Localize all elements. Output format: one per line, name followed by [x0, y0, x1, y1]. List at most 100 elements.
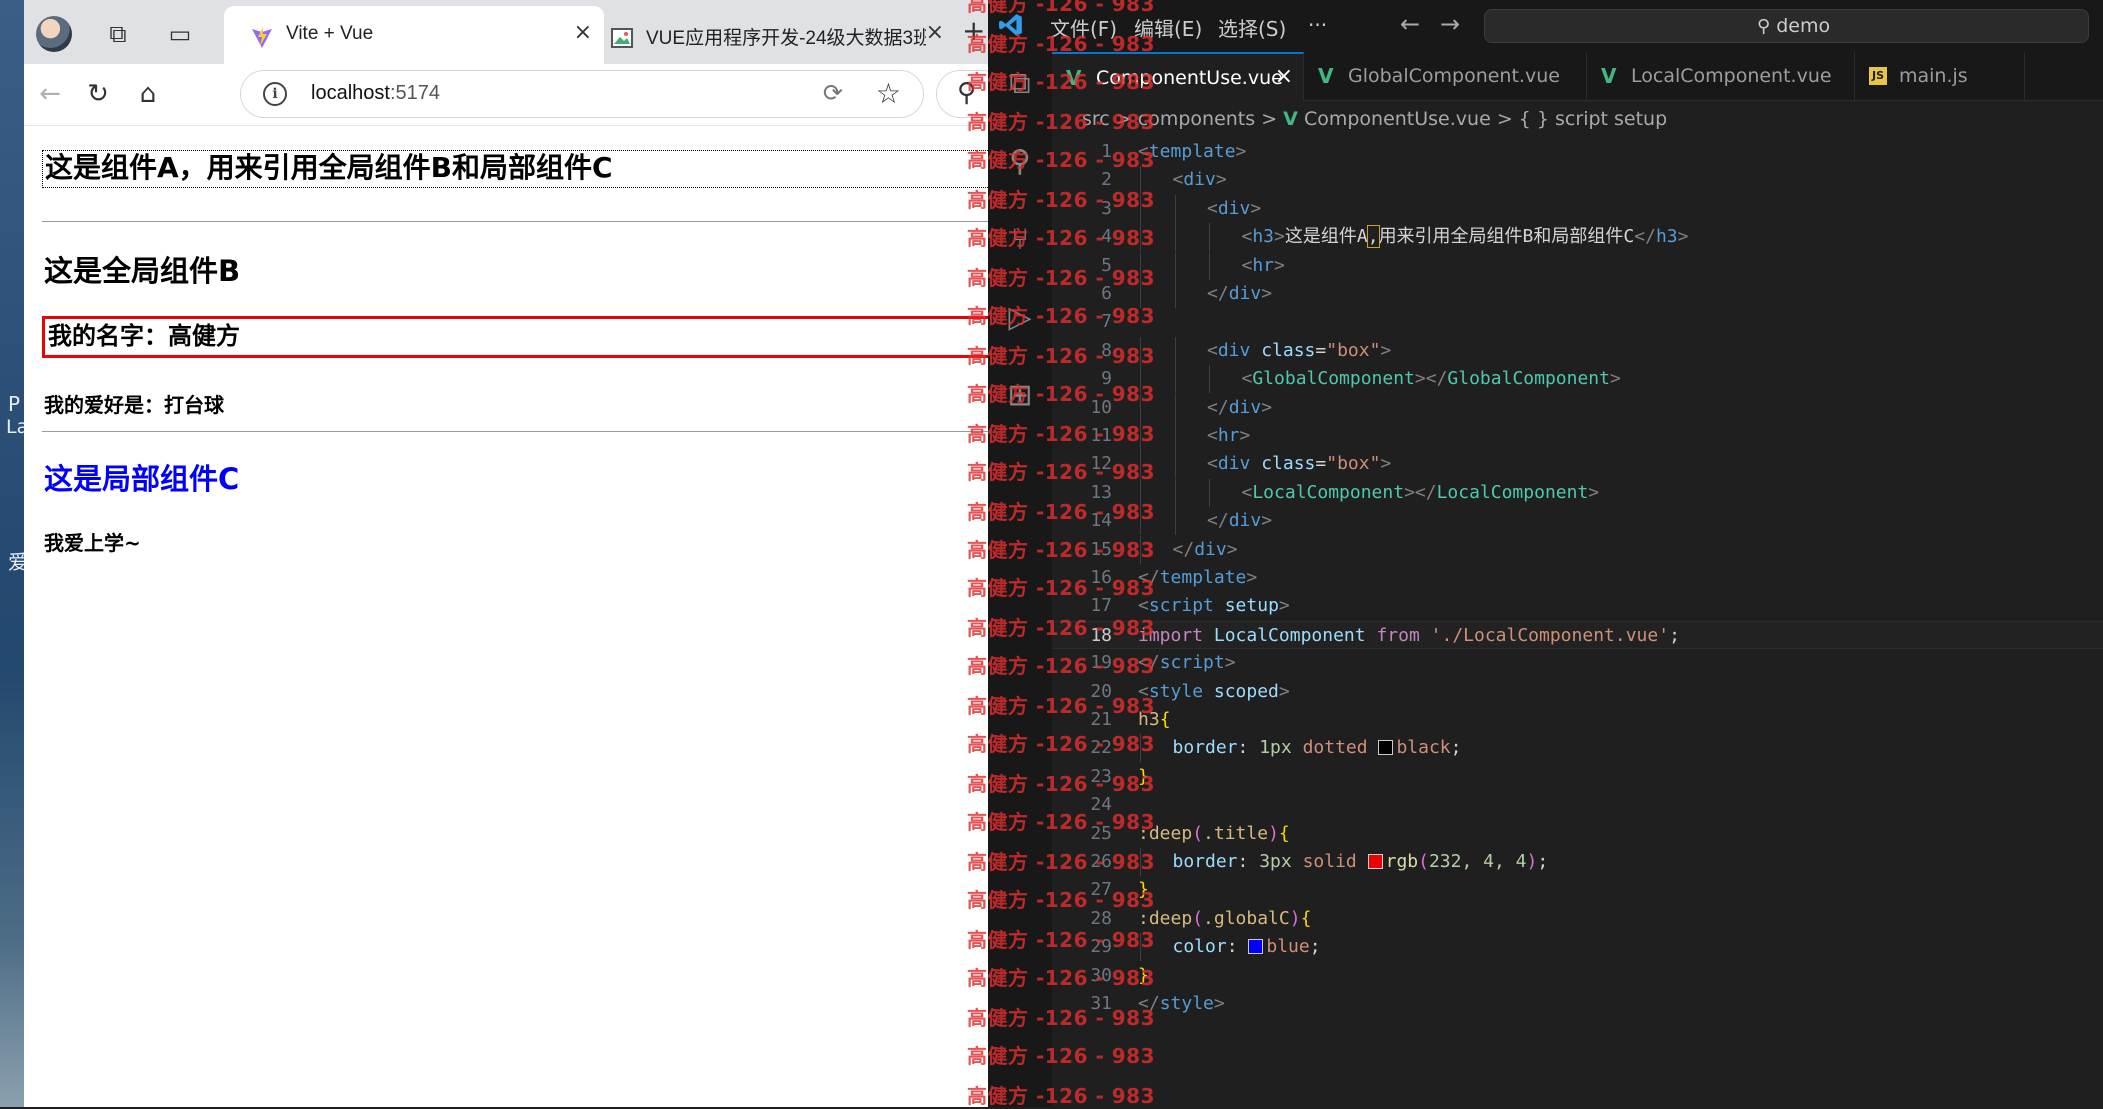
code-line[interactable]: 22 border: 1px dotted black; — [1052, 734, 2103, 762]
name-title-box: 我的名字：高健方 — [42, 316, 988, 358]
breadcrumb: src > components > V ComponentUse.vue > … — [1082, 108, 1667, 130]
code-line[interactable]: 29 color: blue; — [1052, 933, 2103, 961]
code-line[interactable]: 7 — [1052, 308, 2103, 336]
address-bar-row: ← ↻ ⌂ i localhost:5174 ⟳ ☆ ⚲ — [24, 64, 988, 126]
code-line[interactable]: 2 <div> — [1052, 166, 2103, 194]
code-line[interactable]: 30} — [1052, 962, 2103, 990]
watermark-text: 高健方 -126 - 983 — [967, 966, 1155, 990]
code-line[interactable]: 24 — [1052, 791, 2103, 819]
command-center-label: ⚲ demo — [1757, 15, 1831, 37]
favorite-star-icon[interactable]: ☆ — [876, 77, 901, 110]
hobby-text: 我的爱好是：打台球 — [44, 393, 224, 417]
code-line[interactable]: 13 <LocalComponent></LocalComponent> — [1052, 479, 2103, 507]
vue-file-icon: V — [1318, 64, 1334, 88]
code-line[interactable]: 18 import LocalComponent from './LocalCom… — [1052, 621, 2103, 649]
code-line[interactable]: 20 <style scoped> — [1052, 678, 2103, 706]
menu-selection[interactable]: 选择(S) — [1218, 13, 1286, 42]
js-file-icon: JS — [1869, 67, 1887, 85]
breadcrumb-script-setup[interactable]: { } script setup — [1519, 108, 1667, 130]
code-line[interactable]: 12 <div class="box"> — [1052, 450, 2103, 478]
global-component-heading: 这是全局组件B — [44, 254, 241, 288]
tab-label: GlobalComponent.vue — [1348, 65, 1560, 87]
menu-more[interactable]: ··· — [1308, 13, 1327, 37]
desktop-background: P La 爱 — [0, 0, 28, 1107]
watermark-text: 高健方 -126 - 983 — [967, 344, 1155, 368]
code-line[interactable]: 21 h3{ — [1052, 706, 2103, 734]
vite-logo-icon — [252, 27, 272, 48]
site-info-icon[interactable]: i — [263, 82, 287, 106]
tab-actions-icon[interactable]: ▭ — [162, 16, 198, 52]
watermark-text: 高健方 -126 - 983 — [967, 226, 1155, 250]
profile-avatar[interactable] — [36, 16, 72, 52]
watermark-text: 高健方 -126 - 983 — [967, 576, 1155, 600]
watermark-text: 高健方 -126 - 983 — [967, 654, 1155, 678]
watermark-text: 高健方 -126 - 983 — [967, 460, 1155, 484]
code-line[interactable]: 1 <template> — [1052, 138, 2103, 166]
divider — [42, 431, 988, 432]
command-center-search[interactable]: ⚲ demo — [1484, 9, 2089, 43]
page-content: 这是组件A，用来引用全局组件B和局部组件C 这是全局组件B 我的名字：高健方 我… — [24, 127, 988, 1107]
editor-tab-localcomponent[interactable]: V LocalComponent.vue — [1587, 52, 1855, 101]
close-tab-icon[interactable]: × — [1275, 64, 1293, 89]
watermark-text: 高健方 -126 - 983 — [967, 888, 1155, 912]
editor-tabs: V ComponentUse.vue × V GlobalComponent.v… — [1052, 52, 2103, 101]
code-line[interactable]: 19 </script> — [1052, 649, 2103, 677]
code-line[interactable]: 10 </div> — [1052, 394, 2103, 422]
watermark-text: 高健方 -126 - 983 — [967, 1006, 1155, 1030]
code-line[interactable]: 25:deep(.title){ — [1052, 820, 2103, 848]
code-line[interactable]: 5 <hr> — [1052, 252, 2103, 280]
watermark-text: 高健方 -126 - 983 — [967, 148, 1155, 172]
color-swatch — [1367, 854, 1383, 869]
code-line[interactable]: 9 <GlobalComponent></GlobalComponent> — [1052, 365, 2103, 393]
watermark-text: 高健方 -126 - 983 — [967, 772, 1155, 796]
code-line[interactable]: 16 </template> — [1052, 564, 2103, 592]
browser-tab-vite-vue[interactable]: Vite + Vue × — [224, 6, 604, 64]
watermark-text: 高健方 -126 - 983 — [967, 422, 1155, 446]
breadcrumb-separator: > — [1496, 108, 1513, 130]
code-line[interactable]: 31 </style> — [1052, 990, 2103, 1018]
vue-file-icon: V — [1601, 64, 1617, 88]
code-line[interactable]: 4 <h3>这是组件A,用来引用全局组件B和局部组件C</h3> — [1052, 223, 2103, 251]
watermark-text: 高健方 -126 - 983 — [967, 616, 1155, 640]
nav-forward-icon[interactable]: → — [1440, 10, 1460, 38]
editor-tab-mainjs[interactable]: JS main.js — [1855, 52, 2025, 101]
vscode-window: 文件(F) 编辑(E) 选择(S) ··· ← → ⚲ demo ⧉ ⚲ ⑂ ▷… — [988, 0, 2103, 1107]
vscode-title-bar: 文件(F) 编辑(E) 选择(S) ··· ← → ⚲ demo — [988, 0, 2103, 52]
app-available-icon[interactable]: ⟳ — [823, 79, 843, 107]
editor-tab-globalcomponent[interactable]: V GlobalComponent.vue — [1304, 52, 1587, 101]
code-line[interactable]: 27} — [1052, 876, 2103, 904]
code-line[interactable]: 11 <hr> — [1052, 422, 2103, 450]
code-editor[interactable]: 1 <template> 2 <div> 3 <div> 4 <h3>这是组件A,用来引用全局… — [1052, 138, 2103, 1107]
browser-window: ⧉ ▭ Vite + Vue × VUE应用程序开发-24级大数据3班 × + … — [24, 0, 988, 1107]
url-input[interactable]: i localhost:5174 ⟳ ☆ — [240, 70, 924, 118]
browser-tab-vue-course[interactable]: VUE应用程序开发-24级大数据3班 × — [584, 6, 956, 64]
code-line[interactable]: 15 </div> — [1052, 536, 2103, 564]
code-line[interactable]: 17 <script setup> — [1052, 592, 2103, 620]
watermark-text: 高健方 -126 - 983 — [967, 500, 1155, 524]
code-line[interactable]: 3 <div> — [1052, 195, 2103, 223]
code-line[interactable]: 28:deep(.globalC){ — [1052, 905, 2103, 933]
breadcrumb-components[interactable]: components — [1138, 108, 1255, 130]
search-icon: ⚲ — [1757, 16, 1771, 37]
watermark-text: 高健方 -126 - 983 — [967, 694, 1155, 718]
code-line[interactable]: 14 </div> — [1052, 507, 2103, 535]
color-swatch — [1248, 939, 1264, 954]
watermark-text: 高健方 -126 - 983 — [967, 266, 1155, 290]
code-line[interactable]: 23} — [1052, 763, 2103, 791]
tab-title: Vite + Vue — [286, 23, 374, 44]
watermark-text: 高健方 -126 - 983 — [967, 110, 1155, 134]
code-line[interactable]: 26 border: 3px solid rgb(232, 4, 4); — [1052, 848, 2103, 876]
url-text: localhost:5174 — [311, 82, 440, 104]
close-tab-icon[interactable]: × — [926, 20, 944, 45]
workspaces-icon[interactable]: ⧉ — [100, 16, 136, 52]
nav-back-icon[interactable]: ← — [1400, 10, 1420, 38]
home-icon[interactable]: ⌂ — [128, 74, 168, 114]
code-line[interactable]: 8 <div class="box"> — [1052, 337, 2103, 365]
back-arrow-icon[interactable]: ← — [30, 74, 70, 114]
breadcrumb-file[interactable]: ComponentUse.vue — [1304, 108, 1491, 130]
watermark-text: 高健方 -126 - 983 — [967, 0, 1155, 16]
component-a-heading: 这是组件A，用来引用全局组件B和局部组件C — [42, 150, 988, 188]
refresh-icon[interactable]: ↻ — [78, 74, 118, 114]
code-line[interactable]: 6 </div> — [1052, 280, 2103, 308]
breadcrumb-separator: > — [1261, 108, 1278, 130]
